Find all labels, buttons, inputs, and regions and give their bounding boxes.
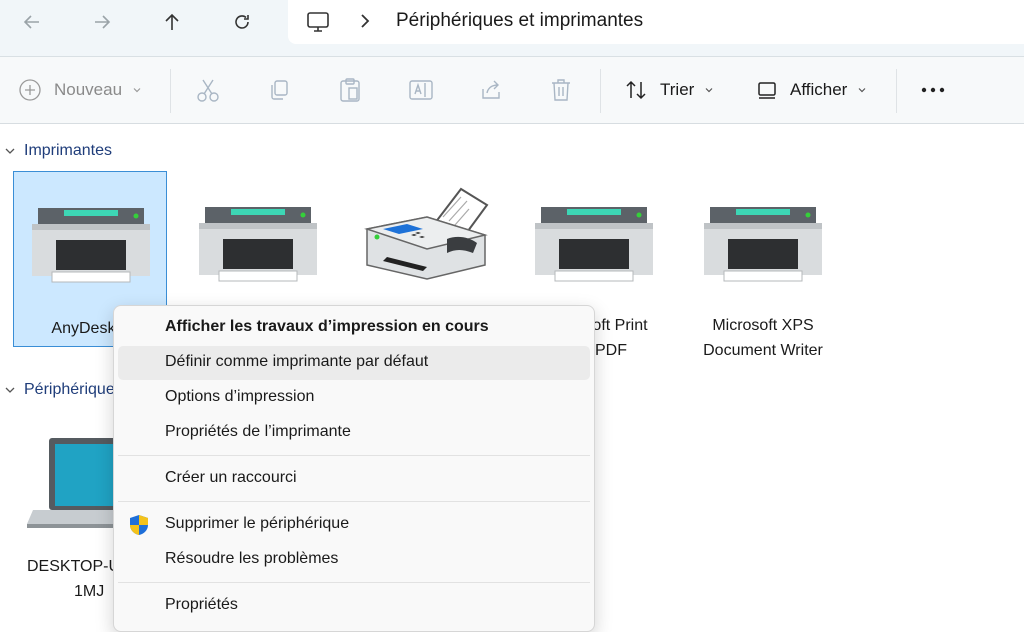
sort-label: Trier <box>660 80 695 99</box>
printer-name-line: Document Writer <box>703 342 823 359</box>
view-icon <box>758 82 776 99</box>
menu-item-remove-device[interactable]: Supprimer le périphérique <box>118 508 590 542</box>
shield-icon <box>130 515 148 535</box>
printer-name: Microsoft XPS Document Writer <box>686 313 840 363</box>
menu-item-printing-preferences[interactable]: Options d’impression <box>118 381 590 415</box>
forward-button[interactable] <box>84 8 120 36</box>
printer-tile-microsoft-xps[interactable]: Microsoft XPS Document Writer <box>686 171 840 359</box>
devices-group-header[interactable]: Périphérique <box>4 381 115 399</box>
printer-icon <box>704 207 822 282</box>
menu-item-label: Définir comme imprimante par défaut <box>165 353 429 370</box>
more-icon <box>921 87 945 93</box>
refresh-icon <box>235 15 249 29</box>
toolbar-divider <box>896 69 897 113</box>
copy-icon <box>271 80 288 100</box>
printer-icon <box>32 208 150 283</box>
sort-icon <box>626 80 646 100</box>
plus-circle-icon <box>19 79 41 101</box>
menu-item-label: Options d’impression <box>165 388 315 405</box>
new-label: Nouveau <box>54 80 123 99</box>
printers-group-header[interactable]: Imprimantes <box>4 142 112 160</box>
breadcrumb[interactable]: Périphériques et imprimantes <box>396 10 643 32</box>
new-button[interactable]: Nouveau <box>18 77 142 103</box>
address-bar[interactable]: Périphériques et imprimantes <box>288 0 1024 44</box>
copy-button[interactable] <box>267 77 291 103</box>
sort-button[interactable]: Trier <box>624 77 714 103</box>
share-button[interactable] <box>479 77 503 103</box>
printer-icon <box>199 207 317 282</box>
command-bar: Nouveau Trier Afficher <box>0 57 1024 124</box>
back-button[interactable] <box>14 8 50 36</box>
printers-group-label: Imprimantes <box>24 142 113 159</box>
menu-divider <box>118 501 590 502</box>
chevron-down-icon <box>133 88 141 93</box>
toolbar-divider <box>170 69 171 113</box>
scissors-icon <box>197 79 219 102</box>
menu-divider <box>118 582 590 583</box>
menu-item-label: Résoudre les problèmes <box>165 550 339 567</box>
arrow-up-icon <box>165 13 179 30</box>
printer-name-line: Microsoft XPS <box>712 317 814 334</box>
menu-item-properties[interactable]: Propriétés <box>118 589 590 623</box>
rename-icon <box>409 80 433 100</box>
paste-button[interactable] <box>338 77 362 103</box>
devices-group-label: Périphérique <box>24 381 115 398</box>
share-icon <box>482 80 500 99</box>
navigation-bar: Périphériques et imprimantes <box>0 0 1024 57</box>
chevron-down-icon <box>858 88 866 93</box>
chevron-down-icon <box>5 148 15 154</box>
toolbar-divider <box>600 69 601 113</box>
menu-item-label: Propriétés de l’imprimante <box>165 423 351 440</box>
chevron-right-icon[interactable] <box>358 12 372 30</box>
chevron-down-icon <box>5 387 15 393</box>
cut-button[interactable] <box>196 77 220 103</box>
context-menu: Afficher les travaux d’impression en cou… <box>113 305 595 632</box>
chevron-down-icon <box>705 88 713 93</box>
menu-divider <box>118 455 590 456</box>
view-label: Afficher <box>790 80 848 99</box>
fax-icon <box>364 187 489 280</box>
printer-icon <box>535 207 653 282</box>
delete-button[interactable] <box>550 77 572 103</box>
monitor-icon <box>307 12 329 32</box>
menu-item-printer-properties[interactable]: Propriétés de l’imprimante <box>118 416 590 450</box>
trash-icon <box>552 79 570 101</box>
clipboard-icon <box>340 78 360 102</box>
menu-item-label: Supprimer le périphérique <box>165 515 350 532</box>
menu-item-view-print-jobs[interactable]: Afficher les travaux d’impression en cou… <box>118 311 590 345</box>
more-options-button[interactable] <box>920 77 946 103</box>
menu-item-troubleshoot[interactable]: Résoudre les problèmes <box>118 543 590 577</box>
menu-item-label: Créer un raccourci <box>165 469 297 486</box>
arrow-left-icon <box>23 15 39 29</box>
rename-button[interactable] <box>408 77 434 103</box>
view-button[interactable]: Afficher <box>756 77 867 103</box>
up-button[interactable] <box>154 8 190 36</box>
arrow-right-icon <box>95 15 111 29</box>
menu-item-label: Afficher les travaux d’impression en cou… <box>165 318 489 335</box>
menu-item-set-default-printer[interactable]: Définir comme imprimante par défaut <box>118 346 590 380</box>
refresh-button[interactable] <box>224 8 260 36</box>
menu-item-create-shortcut[interactable]: Créer un raccourci <box>118 462 590 496</box>
menu-item-label: Propriétés <box>165 596 238 613</box>
